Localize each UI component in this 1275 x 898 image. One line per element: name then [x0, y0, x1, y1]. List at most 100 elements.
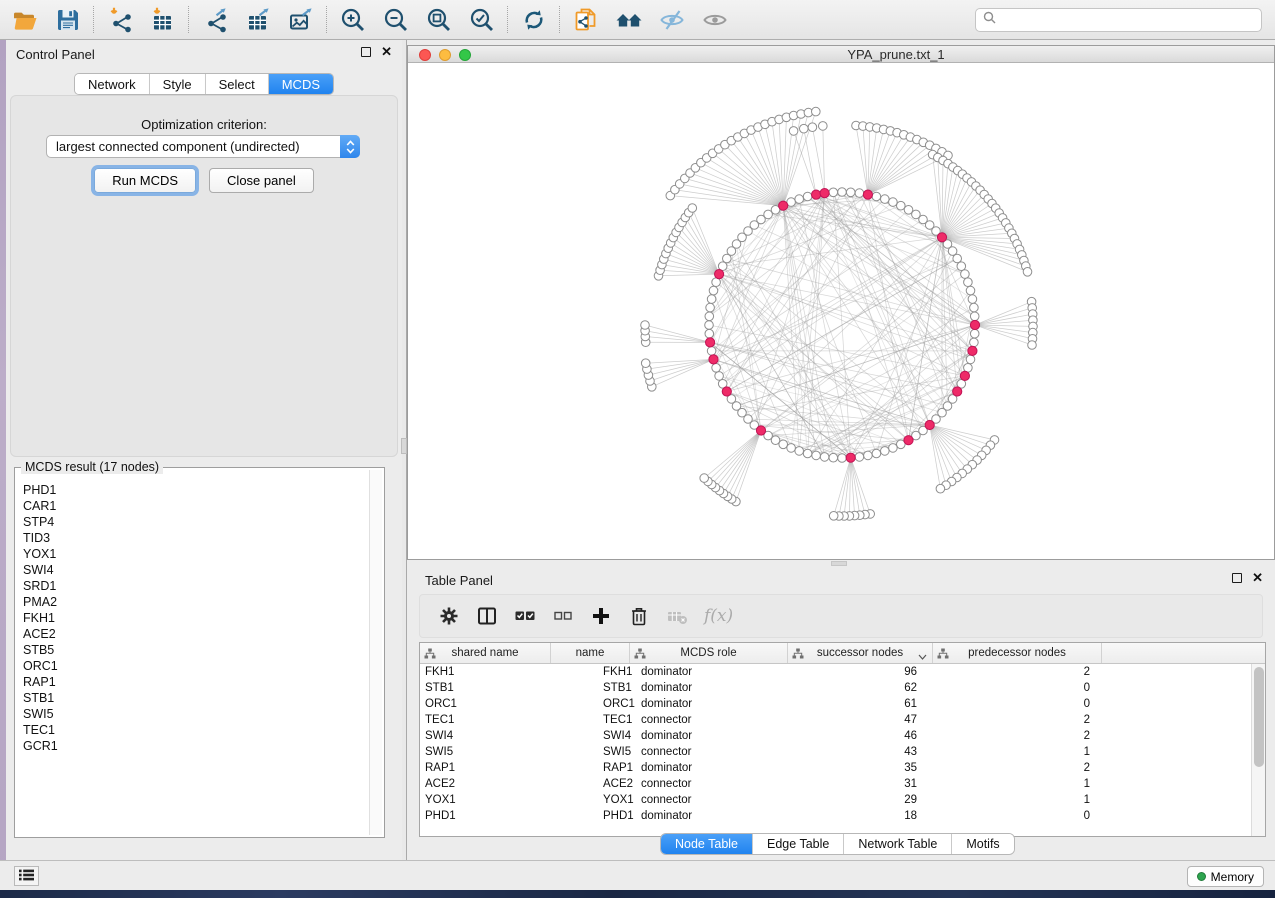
close-window-icon[interactable] — [419, 49, 431, 61]
column-header-label: MCDS role — [680, 647, 736, 659]
float-panel-icon[interactable] — [361, 47, 371, 57]
deselect-all-button[interactable] — [552, 605, 574, 627]
minimize-window-icon[interactable] — [439, 49, 451, 61]
mcds-result-node[interactable]: RAP1 — [23, 674, 367, 690]
cell-successor-nodes: 31 — [788, 776, 933, 792]
cell-successor-nodes: 47 — [788, 712, 933, 728]
run-mcds-button[interactable]: Run MCDS — [94, 168, 196, 193]
zoom-out-button[interactable] — [374, 3, 417, 37]
export-table-button[interactable] — [236, 3, 279, 37]
mcds-result-node[interactable]: SWI4 — [23, 562, 367, 578]
tab-network[interactable]: Network — [75, 74, 149, 94]
mcds-result-node[interactable]: GCR1 — [23, 738, 367, 754]
hide-selected-button[interactable] — [650, 3, 693, 37]
result-list-scrollbar[interactable] — [369, 470, 382, 835]
table-row[interactable]: YOX1YOX1connector291 — [420, 792, 1265, 808]
network-canvas[interactable] — [408, 63, 1274, 559]
mcds-result-node[interactable]: FKH1 — [23, 610, 367, 626]
delete-columns-button[interactable] — [628, 605, 650, 627]
task-history-button[interactable] — [14, 866, 39, 886]
tab-mcds[interactable]: MCDS — [268, 74, 333, 94]
mcds-result-node[interactable]: SRD1 — [23, 578, 367, 594]
mcds-result-node[interactable]: PHD1 — [23, 482, 367, 498]
mcds-result-node[interactable]: STP4 — [23, 514, 367, 530]
table-row[interactable]: PHD1PHD1dominator180 — [420, 808, 1265, 824]
mcds-result-node[interactable]: TID3 — [23, 530, 367, 546]
add-column-button[interactable] — [590, 605, 612, 627]
table-tab-network-table[interactable]: Network Table — [843, 834, 951, 854]
table-row[interactable]: ACE2ACE2connector311 — [420, 776, 1265, 792]
settings-gear-button[interactable] — [438, 605, 460, 627]
open-file-button[interactable] — [3, 3, 46, 37]
table-column-icon — [424, 648, 436, 662]
zoom-in-button[interactable] — [331, 3, 374, 37]
cell-predecessor-nodes: 2 — [933, 760, 1102, 776]
mcds-result-node[interactable]: ACE2 — [23, 626, 367, 642]
criterion-dropdown[interactable]: largest connected component (undirected) — [46, 135, 360, 158]
table-row[interactable]: STB1STB1dominator620 — [420, 680, 1265, 696]
table-tab-node-table[interactable]: Node Table — [661, 834, 752, 854]
close-panel-icon[interactable]: ✕ — [1252, 573, 1263, 583]
mcds-result-node[interactable]: ORC1 — [23, 658, 367, 674]
close-panel-button[interactable]: Close panel — [209, 168, 314, 193]
table-panel-tabs: Node TableEdge TableNetwork TableMotifs — [660, 833, 1015, 855]
table-row[interactable]: SWI4SWI4dominator462 — [420, 728, 1265, 744]
table-row[interactable]: FKH1FKH1dominator962 — [420, 664, 1265, 680]
tab-select[interactable]: Select — [205, 74, 268, 94]
table-scrollbar[interactable] — [1251, 664, 1265, 836]
cell-name: RAP1 — [551, 760, 630, 776]
table-tab-motifs[interactable]: Motifs — [951, 834, 1013, 854]
first-neighbors-button[interactable] — [607, 3, 650, 37]
import-network-button[interactable] — [98, 3, 141, 37]
memory-button[interactable]: Memory — [1187, 866, 1264, 887]
column-header-name[interactable]: name — [551, 643, 630, 663]
column-header-successor-nodes[interactable]: successor nodes — [788, 643, 933, 663]
cell-name: PHD1 — [551, 808, 630, 824]
column-header-shared-name[interactable]: shared name — [420, 643, 551, 663]
cell-predecessor-nodes: 1 — [933, 792, 1102, 808]
mcds-result-node[interactable]: CAR1 — [23, 498, 367, 514]
table-tab-edge-table[interactable]: Edge Table — [752, 834, 843, 854]
control-panel-tabs: NetworkStyleSelectMCDS — [74, 73, 334, 95]
copy-style-button[interactable] — [564, 3, 607, 37]
export-image-button[interactable] — [279, 3, 322, 37]
save-session-button[interactable] — [46, 3, 89, 37]
mcds-result-node[interactable]: SWI5 — [23, 706, 367, 722]
mcds-result-node[interactable]: STB1 — [23, 690, 367, 706]
zoom-in-icon — [340, 7, 366, 33]
zoom-selected-button[interactable] — [460, 3, 503, 37]
cell-name: TEC1 — [551, 712, 630, 728]
cell-mcds-role: connector — [630, 776, 788, 792]
show-all-button[interactable] — [693, 3, 736, 37]
select-all-button[interactable] — [514, 605, 536, 627]
column-header-mcds-role[interactable]: MCDS role — [630, 643, 788, 663]
refresh-button[interactable] — [512, 3, 555, 37]
mcds-result-list[interactable]: PHD1CAR1STP4TID3YOX1SWI4SRD1PMA2FKH1ACE2… — [17, 470, 367, 835]
cell-shared-name: ACE2 — [420, 776, 551, 792]
maximize-window-icon[interactable] — [459, 49, 471, 61]
table-row[interactable]: RAP1RAP1dominator352 — [420, 760, 1265, 776]
mcds-result-node[interactable]: PMA2 — [23, 594, 367, 610]
mcds-result-node[interactable]: STB5 — [23, 642, 367, 658]
show-columns-button[interactable] — [476, 605, 498, 627]
float-panel-icon[interactable] — [1232, 573, 1242, 583]
table-row[interactable]: TEC1TEC1connector472 — [420, 712, 1265, 728]
toolbar-separator — [188, 6, 189, 33]
export-network-button[interactable] — [193, 3, 236, 37]
sort-chevron-icon[interactable] — [918, 651, 927, 663]
tab-style[interactable]: Style — [149, 74, 205, 94]
zoom-fit-button[interactable] — [417, 3, 460, 37]
scrollbar-thumb[interactable] — [1254, 667, 1264, 767]
mcds-result-node[interactable]: TEC1 — [23, 722, 367, 738]
search-input[interactable] — [1001, 13, 1254, 28]
search-box[interactable] — [975, 8, 1262, 32]
network-window-titlebar[interactable]: YPA_prune.txt_1 — [408, 46, 1274, 63]
mcds-result-node[interactable]: YOX1 — [23, 546, 367, 562]
table-row[interactable]: ORC1ORC1dominator610 — [420, 696, 1265, 712]
import-table-button[interactable] — [141, 3, 184, 37]
close-panel-icon[interactable]: ✕ — [381, 47, 392, 57]
save-session-icon — [55, 7, 81, 33]
column-header-predecessor-nodes[interactable]: predecessor nodes — [933, 643, 1102, 663]
cell-predecessor-nodes: 0 — [933, 680, 1102, 696]
table-row[interactable]: SWI5SWI5connector431 — [420, 744, 1265, 760]
